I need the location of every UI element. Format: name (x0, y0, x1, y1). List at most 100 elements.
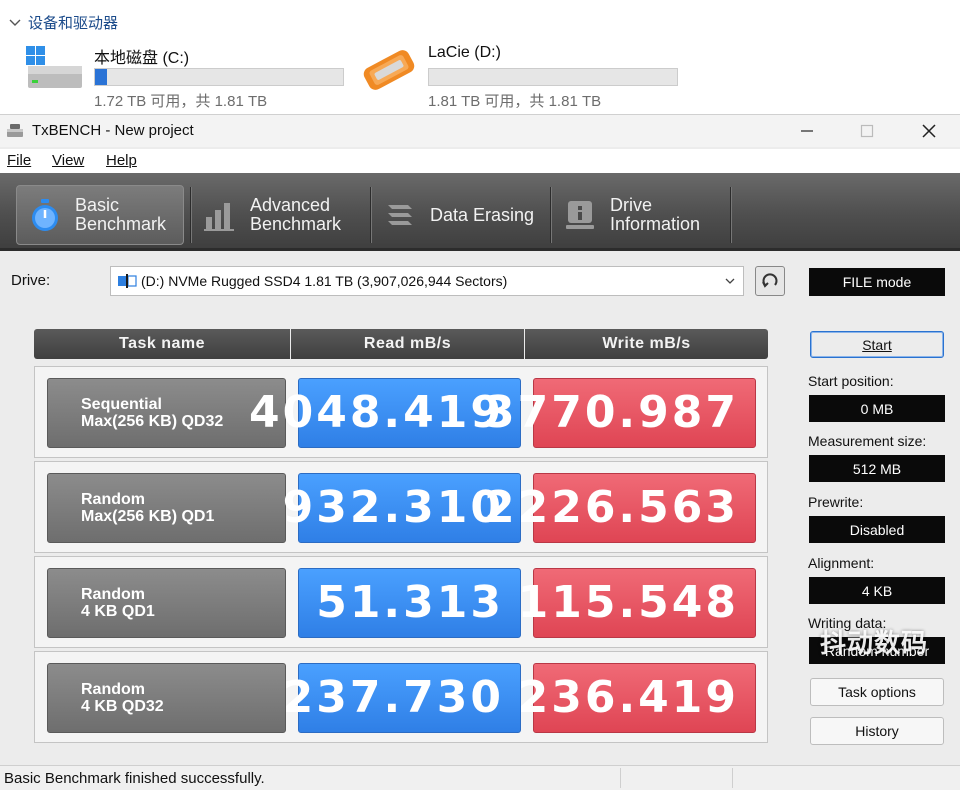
tab-separator (190, 187, 192, 243)
write-result: 2226.563 (484, 473, 756, 543)
prewrite-field[interactable]: Disabled (809, 516, 945, 543)
measurement-size-label: Measurement size: (808, 433, 927, 449)
stopwatch-icon (32, 199, 58, 231)
prewrite-label: Prewrite: (808, 494, 864, 510)
benchmark-row-seq-qd32: Sequential Max(256 KB) QD32 4048.419 377… (34, 366, 768, 458)
tab-advanced-line2: Benchmark (250, 214, 342, 234)
measurement-size-field[interactable]: 512 MB (809, 455, 945, 482)
drives-group-header[interactable]: 设备和驱动器 (8, 12, 118, 33)
menu-help[interactable]: Help (106, 152, 137, 169)
drive-dropdown[interactable]: (D:) NVMe Rugged SSD4 1.81 TB (3,907,026… (110, 266, 744, 296)
close-icon (922, 124, 936, 138)
windows-drive-icon (26, 46, 82, 88)
write-result: 3770.987 (484, 378, 756, 448)
tab-info-line2: Information (610, 214, 701, 234)
window-title: TxBENCH - New project (32, 122, 194, 139)
watermark-text: 抖动数码 (820, 628, 929, 658)
drive-c-usage-fill (95, 69, 108, 85)
tab-info-label: Drive Information (610, 196, 700, 234)
drive-select-icon (118, 274, 137, 288)
tab-separator (550, 187, 552, 243)
drive-label: Drive: (11, 272, 51, 289)
refresh-icon (762, 273, 778, 288)
maximize-button[interactable] (844, 115, 890, 147)
drive-c[interactable]: 本地磁盘 (C:) 1.72 TB 可用，共 1.81 TB (24, 42, 354, 110)
drive-c-usage-bar (94, 68, 344, 86)
benchmark-row-4k-qd1: Random 4 KB QD1 51.313 115.548 (34, 556, 768, 648)
refresh-drives-button[interactable] (755, 266, 785, 296)
task-name-line1: Random (81, 681, 145, 698)
title-bar[interactable]: TxBENCH - New project (0, 115, 960, 147)
benchmark-row-rnd-qd1: Random Max(256 KB) QD1 932.310 2226.563 (34, 461, 768, 553)
status-bar: Basic Benchmark finished successfully. (0, 765, 960, 790)
drive-d[interactable]: LaCie (D:) 1.81 TB 可用，共 1.81 TB (358, 42, 688, 110)
task-name-line2: 4 KB QD1 (81, 603, 155, 620)
mode-tab-bar: Basic Benchmark Advanced Benchmark Data … (0, 173, 960, 251)
tab-drive-information[interactable]: Drive Information (562, 185, 722, 245)
drive-info-icon (566, 201, 594, 229)
task-name-line2: 4 KB QD32 (81, 698, 164, 715)
close-button[interactable] (906, 115, 952, 147)
read-result: 51.313 (298, 568, 521, 638)
drive-c-space: 1.72 TB 可用，共 1.81 TB (94, 93, 268, 110)
app-drive-icon (7, 124, 23, 137)
history-button[interactable]: History (810, 717, 944, 745)
drive-dropdown-value: (D:) NVMe Rugged SSD4 1.81 TB (3,907,026… (141, 273, 508, 289)
tab-erasing-label: Data Erasing (430, 204, 535, 225)
alignment-field[interactable]: 4 KB (809, 577, 945, 604)
eraser-icon (388, 205, 412, 225)
start-position-field[interactable]: 0 MB (809, 395, 945, 422)
chevron-down-icon (9, 19, 21, 26)
write-result: 236.419 (518, 663, 756, 733)
write-value: 236.419 (517, 672, 739, 723)
minimize-button[interactable] (784, 115, 830, 147)
tab-separator (730, 187, 732, 243)
explorer-drives-section: 设备和驱动器 本地磁盘 (C:) 1.72 TB 可用，共 1.81 TB La… (0, 0, 960, 114)
menu-view[interactable]: View (52, 152, 84, 169)
drive-d-space: 1.81 TB 可用，共 1.81 TB (428, 93, 602, 110)
write-value: 3770.987 (483, 387, 739, 438)
read-value: 932.310 (282, 482, 504, 533)
tab-basic-label: Basic Benchmark (75, 196, 166, 234)
task-button[interactable]: Random 4 KB QD32 (47, 663, 286, 733)
drives-group-title: 设备和驱动器 (28, 15, 119, 32)
txbench-window: TxBENCH - New project File View Help Bas… (0, 114, 960, 790)
column-header-task: Task name (34, 329, 290, 359)
status-message: Basic Benchmark finished successfully. (4, 770, 265, 787)
status-divider (732, 768, 733, 788)
task-button[interactable]: Random 4 KB QD1 (47, 568, 286, 638)
task-options-button[interactable]: Task options (810, 678, 944, 706)
tab-data-erasing[interactable]: Data Erasing (382, 185, 542, 245)
file-mode-indicator: FILE mode (809, 268, 945, 296)
tab-basic-line1: Basic (75, 195, 120, 215)
tab-separator (370, 187, 372, 243)
write-value: 2226.563 (483, 482, 739, 533)
bar-chart-icon (204, 203, 234, 231)
column-header-read: Read mB/s (291, 329, 524, 359)
tab-basic-benchmark[interactable]: Basic Benchmark (16, 185, 184, 245)
tab-advanced-label: Advanced Benchmark (250, 196, 341, 234)
tab-advanced-benchmark[interactable]: Advanced Benchmark (202, 185, 362, 245)
read-value: 4048.419 (248, 387, 504, 438)
read-result: 237.730 (283, 663, 521, 733)
task-name-line1: Random (81, 491, 145, 508)
start-position-label: Start position: (808, 373, 894, 389)
drive-c-name: 本地磁盘 (C:) (94, 50, 190, 67)
benchmark-row-4k-qd32: Random 4 KB QD32 237.730 236.419 (34, 651, 768, 743)
read-value: 237.730 (282, 672, 504, 723)
status-divider (620, 768, 621, 788)
menu-file[interactable]: File (7, 152, 31, 169)
write-value: 115.548 (517, 577, 739, 628)
drive-d-usage-bar (428, 68, 678, 86)
minimize-icon (801, 130, 813, 132)
column-header-write: Write mB/s (525, 329, 768, 359)
tab-advanced-line1: Advanced (250, 195, 331, 215)
tab-info-line1: Drive (610, 195, 653, 215)
start-button[interactable]: Start (810, 331, 944, 358)
chevron-down-icon (725, 278, 735, 284)
task-name-line1: Random (81, 586, 145, 603)
task-button[interactable]: Random Max(256 KB) QD1 (47, 473, 286, 543)
write-result: 115.548 (518, 568, 756, 638)
alignment-label: Alignment: (808, 555, 875, 571)
tab-basic-line2: Benchmark (75, 214, 167, 234)
